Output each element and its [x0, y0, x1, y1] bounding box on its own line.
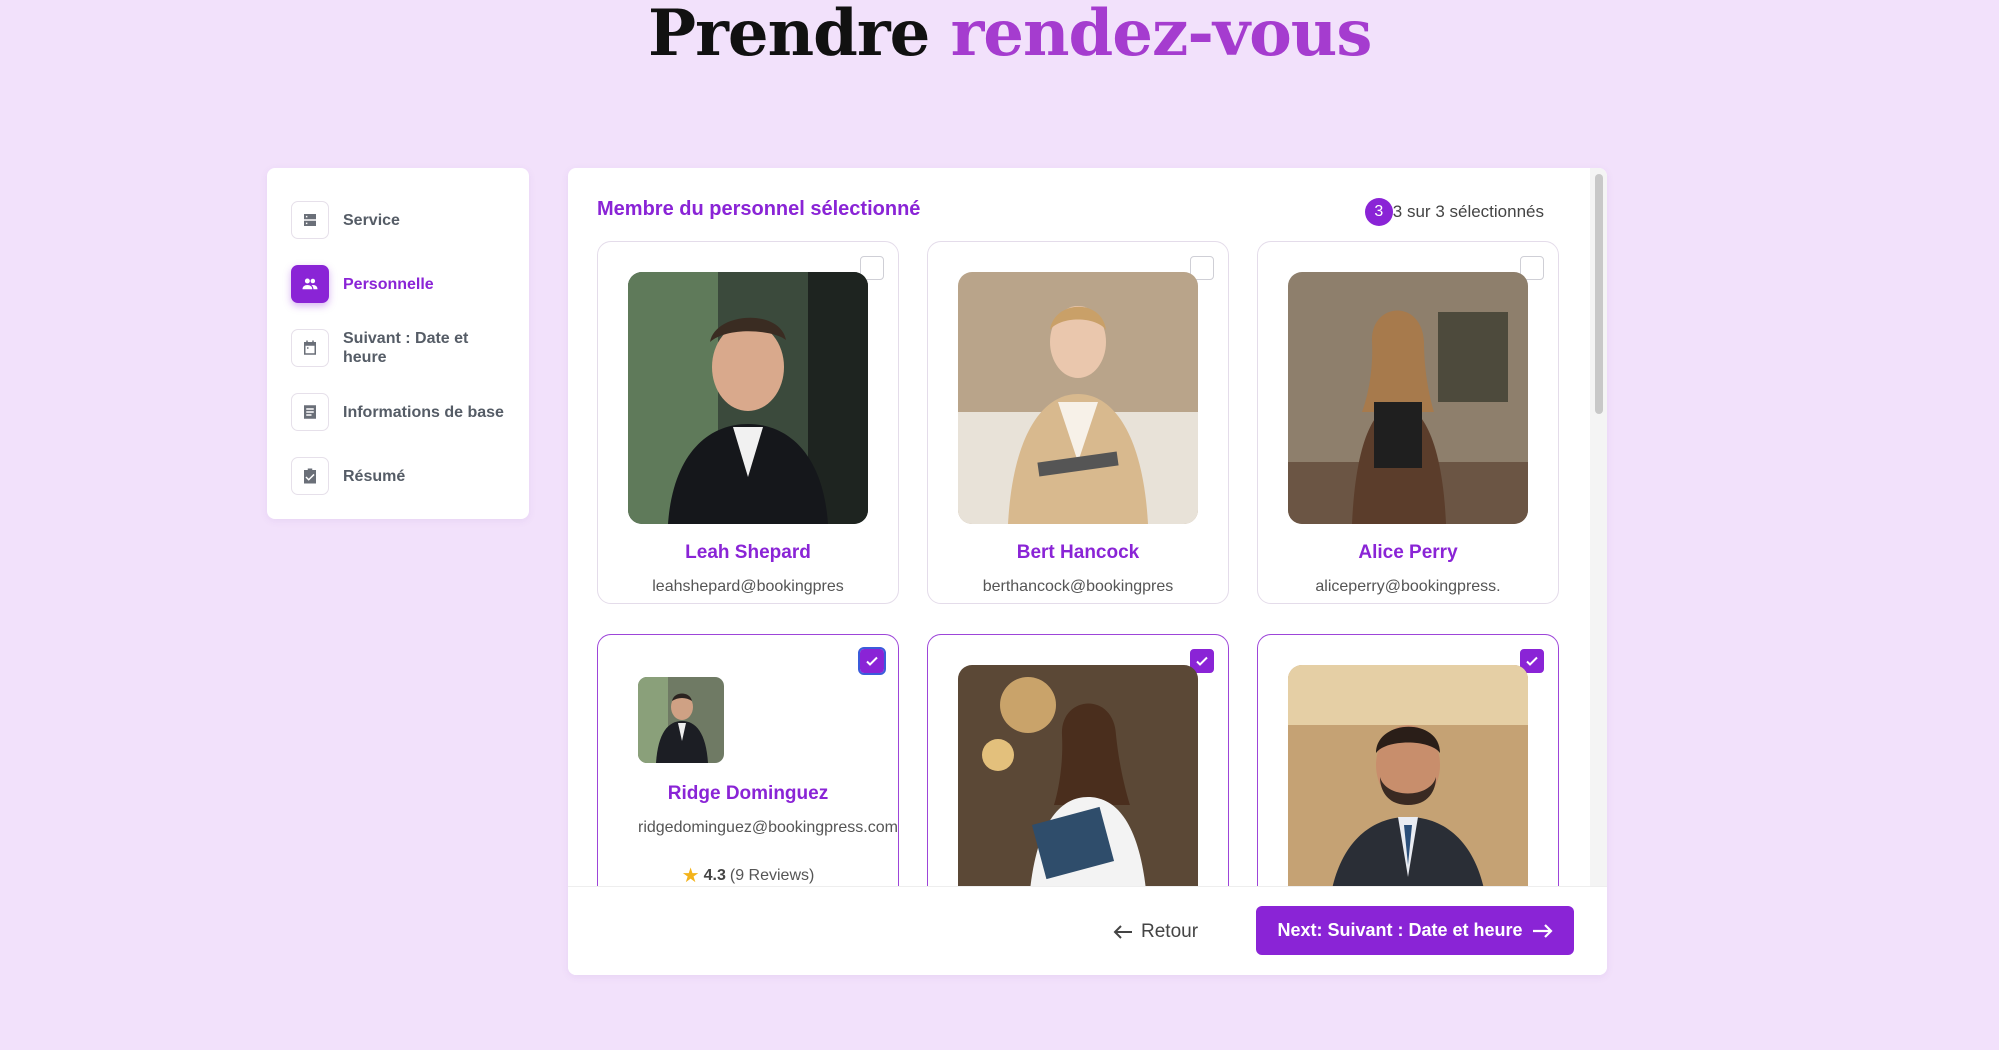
review-count: (9 Reviews) [729, 866, 815, 884]
step-label: Service [343, 211, 400, 229]
step-informations[interactable]: Informations de base [267, 388, 529, 436]
next-label: Next: Suivant : Date et heure [1277, 920, 1523, 940]
back-button[interactable]: Retour [1113, 915, 1198, 949]
panel-footer: Retour Next: Suivant : Date et heure [568, 886, 1607, 975]
staff-rating: ★ 4.3 (9 Reviews) [598, 863, 898, 886]
step-label: Personnelle [343, 275, 434, 293]
check-icon [1196, 656, 1208, 666]
back-label: Retour [1141, 921, 1199, 942]
staff-card-selected[interactable] [1257, 634, 1559, 886]
step-label: Informations de base [343, 403, 504, 421]
star-icon: ★ [681, 865, 700, 886]
staff-card[interactable]: Alice Perry aliceperry@bookingpress. [1257, 241, 1559, 604]
page-title-accent: rendez-vous [950, 0, 1373, 71]
staff-name: Ridge Dominguez [667, 783, 829, 804]
clipboard-check-icon [291, 457, 329, 495]
staff-photo [638, 677, 724, 763]
section-heading: Membre du personnel sélectionné [597, 198, 921, 220]
step-resume[interactable]: Résumé [267, 452, 529, 500]
step-date-heure[interactable]: Suivant : Date et heure [267, 324, 529, 372]
staff-name: Leah Shepard [685, 542, 811, 563]
count-text: 3 sur 3 sélectionnés [1392, 202, 1544, 221]
staff-card[interactable]: Leah Shepard leahshepard@bookingpres [597, 241, 899, 604]
staff-name: Bert Hancock [1016, 542, 1140, 563]
staff-photo [1288, 665, 1528, 886]
staff-card-selected[interactable]: Ridge Dominguez ridgedominguez@bookingpr… [597, 634, 899, 886]
staff-card-selected[interactable] [927, 634, 1229, 886]
staff-photo [1288, 272, 1528, 524]
staff-photo [628, 272, 868, 524]
server-icon [291, 201, 329, 239]
scrollbar-thumb[interactable] [1595, 174, 1603, 414]
document-icon [291, 393, 329, 431]
staff-email: ridgedominguez@bookingpress.com [638, 819, 898, 836]
staff-card[interactable]: Bert Hancock berthancock@bookingpres [927, 241, 1229, 604]
calendar-icon [291, 329, 329, 367]
step-label: Résumé [343, 467, 406, 485]
page-title: Prendre rendez-vous [648, 0, 1373, 71]
staff-scroll-area[interactable]: Membre du personnel sélectionné 3 3 sur … [568, 168, 1590, 886]
check-icon [866, 656, 878, 666]
staff-checkbox-checked[interactable] [858, 647, 886, 675]
staff-email: leahshepard@bookingpres [652, 578, 844, 595]
step-service[interactable]: Service [267, 196, 529, 244]
staff-photo [958, 272, 1198, 524]
step-label: Suivant : Date et heure [343, 330, 469, 366]
scrollbar[interactable] [1590, 168, 1607, 886]
people-icon [291, 265, 329, 303]
staff-email: berthancock@bookingpres [982, 578, 1174, 595]
staff-panel: Membre du personnel sélectionné 3 3 sur … [568, 168, 1607, 975]
page-title-main: Prendre [648, 0, 930, 71]
rating-value: 4.3 [703, 866, 726, 884]
staff-photo [958, 665, 1198, 886]
staff-email: aliceperry@bookingpress. [1315, 578, 1501, 595]
check-icon [1526, 656, 1538, 666]
step-personnelle[interactable]: Personnelle [267, 260, 529, 308]
arrow-left-icon [1113, 925, 1132, 939]
next-button[interactable]: Next: Suivant : Date et heure [1256, 906, 1574, 955]
staff-name: Alice Perry [1358, 542, 1458, 563]
arrow-right-icon [1532, 923, 1553, 938]
steps-sidebar: Service Personnelle Suivant : Date et he… [267, 168, 529, 519]
count-badge: 3 [1364, 198, 1393, 226]
selection-count: 3 3 sur 3 sélectionnés [1364, 198, 1544, 226]
